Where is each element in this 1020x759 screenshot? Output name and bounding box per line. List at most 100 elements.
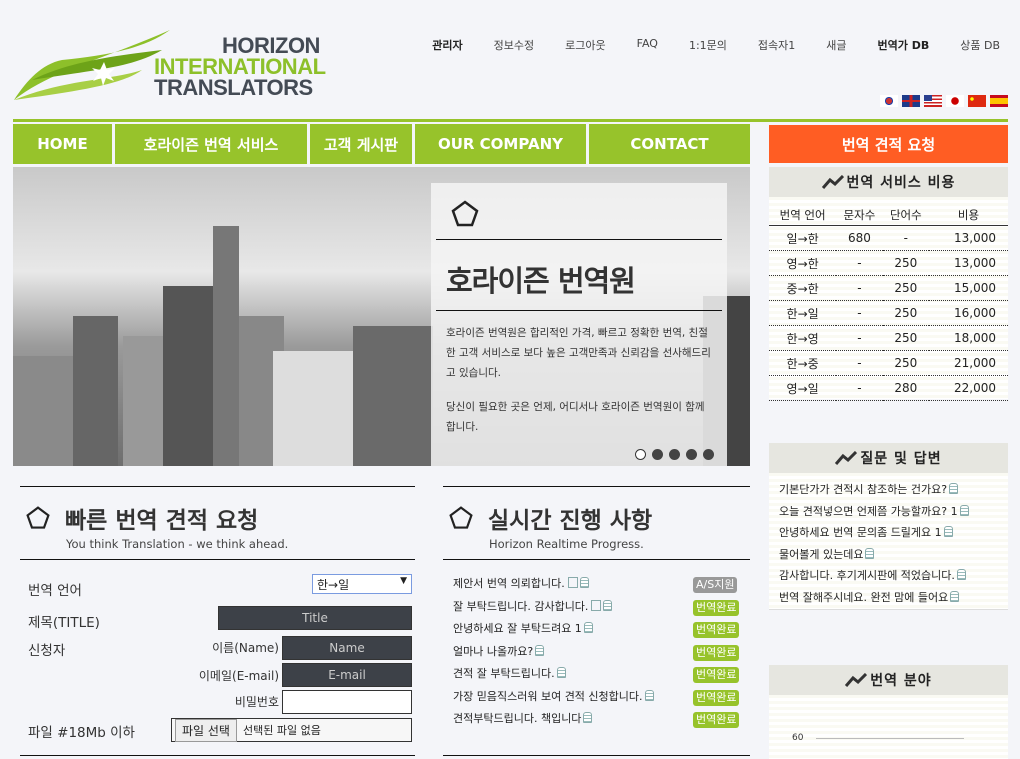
usa-flag-icon[interactable]: [924, 95, 942, 107]
progress-item[interactable]: 제안서 번역 의뢰합니다. A/S지원: [443, 573, 750, 596]
lock-icon: [950, 590, 960, 602]
quote-request-button[interactable]: 번역 견적 요청: [769, 125, 1008, 163]
progress-item-text[interactable]: 견적부탁드립니다. 책입니다: [453, 712, 581, 725]
lang-label: 번역 언어: [28, 583, 82, 599]
slide-dot[interactable]: [635, 449, 646, 460]
progress-item-text[interactable]: 안녕하세요 잘 부탁드려요 1: [453, 622, 582, 635]
password-label: 비밀번호: [234, 695, 279, 709]
korea-flag-icon[interactable]: [880, 95, 898, 107]
japan-flag-icon[interactable]: [946, 95, 964, 107]
name-input[interactable]: Name: [282, 636, 412, 660]
lock-icon: [535, 644, 545, 656]
lock-icon: [959, 504, 969, 516]
topnav-faq[interactable]: FAQ: [637, 37, 658, 53]
slide-dot[interactable]: [686, 449, 697, 460]
table-row: 영→일 -280 22,000: [769, 375, 1008, 401]
status-badge: 번역완료: [693, 599, 740, 616]
status-badge: A/S지원: [693, 577, 738, 593]
slide-dot[interactable]: [669, 449, 680, 460]
slide-dot[interactable]: [703, 449, 714, 460]
title-input[interactable]: Title: [218, 606, 412, 630]
qa-item-text[interactable]: 물어볼게 있는데요: [779, 548, 863, 561]
progress-item-text[interactable]: 얼마나 나올까요?: [453, 645, 533, 658]
email-input[interactable]: E-mail: [282, 663, 412, 687]
file-input[interactable]: 파일 선택 선택된 파일 없음: [171, 718, 412, 742]
slider-dots: [635, 449, 714, 460]
title-label: 제목(TITLE): [28, 615, 100, 631]
progress-item[interactable]: 잘 부탁드립니다. 감사합니다. 번역완료: [443, 596, 750, 619]
lock-icon: [583, 622, 593, 633]
nav-contact[interactable]: CONTACT: [589, 124, 750, 164]
lock-icon: [583, 712, 593, 723]
topnav-logout[interactable]: 로그아웃: [565, 37, 605, 53]
qa-item[interactable]: 기본단가가 견적시 참조하는 건가요?: [769, 479, 1008, 501]
china-flag-icon[interactable]: [968, 95, 986, 107]
progress-item[interactable]: 안녕하세요 잘 부탁드려요 1 번역완료: [443, 618, 750, 641]
progress-item-text[interactable]: 잘 부탁드립니다. 감사합니다.: [453, 600, 588, 613]
qa-item-text[interactable]: 안녕하세요 번역 문의좀 드릴게요 1: [779, 526, 942, 539]
logo-text: HORIZON: [222, 33, 320, 58]
progress-item-text[interactable]: 견적 잘 부탁드립니다.: [453, 667, 555, 680]
table-cell: 영→한: [769, 250, 837, 276]
status-badge: 번역완료: [693, 689, 740, 706]
table-cell: 15,000: [929, 275, 1008, 301]
nav-company[interactable]: OUR COMPANY: [415, 124, 589, 164]
topnav-new-posts[interactable]: 새글: [826, 37, 846, 53]
table-cell: -: [836, 350, 883, 376]
lock-icon: [644, 689, 654, 701]
hero-text: 호라이즌 번역원은 합리적인 가격, 빠르고 정확한 번역, 친절한 고객 서비…: [446, 327, 711, 379]
topnav-edit-info[interactable]: 정보수정: [494, 37, 534, 53]
progress-item[interactable]: 견적부탁드립니다. 책입니다 번역완료: [443, 708, 750, 731]
logo[interactable]: HORIZON INTERNATIONAL TRANSLATORS: [12, 30, 332, 100]
qa-item-text[interactable]: 감사합니다. 후기게시판에 적었습니다.: [779, 569, 955, 582]
progress-item[interactable]: 가장 믿음직스러워 보여 견적 신청합니다. 번역완료: [443, 686, 750, 709]
topnav-admin[interactable]: 관리자: [432, 37, 462, 53]
password-input[interactable]: [282, 690, 412, 714]
table-cell: -: [836, 250, 883, 276]
qa-item[interactable]: 안녕하세요 번역 문의좀 드릴게요 1: [769, 522, 1008, 544]
table-cell: -: [836, 300, 883, 326]
lock-icon: [579, 577, 589, 588]
file-icon: [567, 577, 578, 588]
lang-select[interactable]: 한→일 ▼: [312, 574, 412, 594]
topnav-inquiry[interactable]: 1:1문의: [689, 37, 727, 53]
lock-icon: [949, 483, 959, 494]
qa-item[interactable]: 오늘 견적넣으면 언제쯤 가능할까요? 1: [769, 501, 1008, 523]
progress-panel: 실시간 진행 사항 Horizon Realtime Progress. 제안서…: [443, 486, 750, 756]
progress-item[interactable]: 얼마나 나올까요? 번역완료: [443, 641, 750, 664]
pricing-header: 번역 언어: [769, 207, 837, 226]
qa-item[interactable]: 번역 잘해주시네요. 완전 맘에 들어요: [769, 587, 1008, 609]
topnav-product-db[interactable]: 상품 DB: [960, 37, 1000, 53]
status-badge: 번역완료: [693, 667, 740, 683]
file-select-button[interactable]: 파일 선택: [175, 718, 237, 742]
table-cell: 13,000: [929, 225, 1008, 251]
table-row: 한→중 -250 21,000: [769, 350, 1008, 376]
uk-flag-icon[interactable]: [902, 95, 920, 107]
chart-axis-tick: 60: [792, 733, 804, 743]
qa-item[interactable]: 감사합니다. 후기게시판에 적었습니다.: [769, 565, 1008, 587]
name-label: 이름(Name): [212, 641, 279, 655]
qa-item-text[interactable]: 오늘 견적넣으면 언제쯤 가능할까요? 1: [779, 505, 958, 518]
pricing-panel: 번역 서비스 비용 번역 언어 문자수 단어수 비용 일→한 680-13,000 영→한 -…: [769, 167, 1008, 401]
table-cell: 250: [882, 250, 930, 276]
topnav-visitors[interactable]: 접속자1: [758, 37, 795, 53]
topnav-translator-db[interactable]: 번역가 DB: [878, 37, 930, 53]
slide-dot[interactable]: [652, 449, 663, 460]
qa-item-text[interactable]: 번역 잘해주시네요. 완전 맘에 들어요: [779, 591, 948, 604]
file-none-text: 선택된 파일 없음: [242, 724, 321, 737]
nav-home[interactable]: HOME: [13, 124, 115, 164]
progress-item-text[interactable]: 가장 믿음직스러워 보여 견적 신청합니다.: [453, 690, 643, 703]
qa-item[interactable]: 물어볼게 있는데요: [769, 544, 1008, 566]
progress-item-text[interactable]: 제안서 번역 의뢰합니다.: [453, 577, 565, 590]
panel-title: 번역 서비스 비용: [846, 175, 956, 191]
pricing-header: 문자수: [836, 207, 883, 226]
pricing-header: 단어수: [882, 207, 930, 226]
progress-item[interactable]: 견적 잘 부탁드립니다. 번역완료: [443, 663, 750, 686]
trend-icon: [821, 175, 844, 189]
nav-board[interactable]: 고객 게시판: [310, 124, 415, 164]
qa-item-text[interactable]: 기본단가가 견적시 참조하는 건가요?: [779, 483, 947, 496]
nav-services[interactable]: 호라이즌 번역 서비스: [115, 124, 310, 164]
spain-flag-icon[interactable]: [990, 95, 1008, 107]
language-flags: [880, 95, 1008, 107]
pricing-header: 비용: [929, 207, 1008, 226]
